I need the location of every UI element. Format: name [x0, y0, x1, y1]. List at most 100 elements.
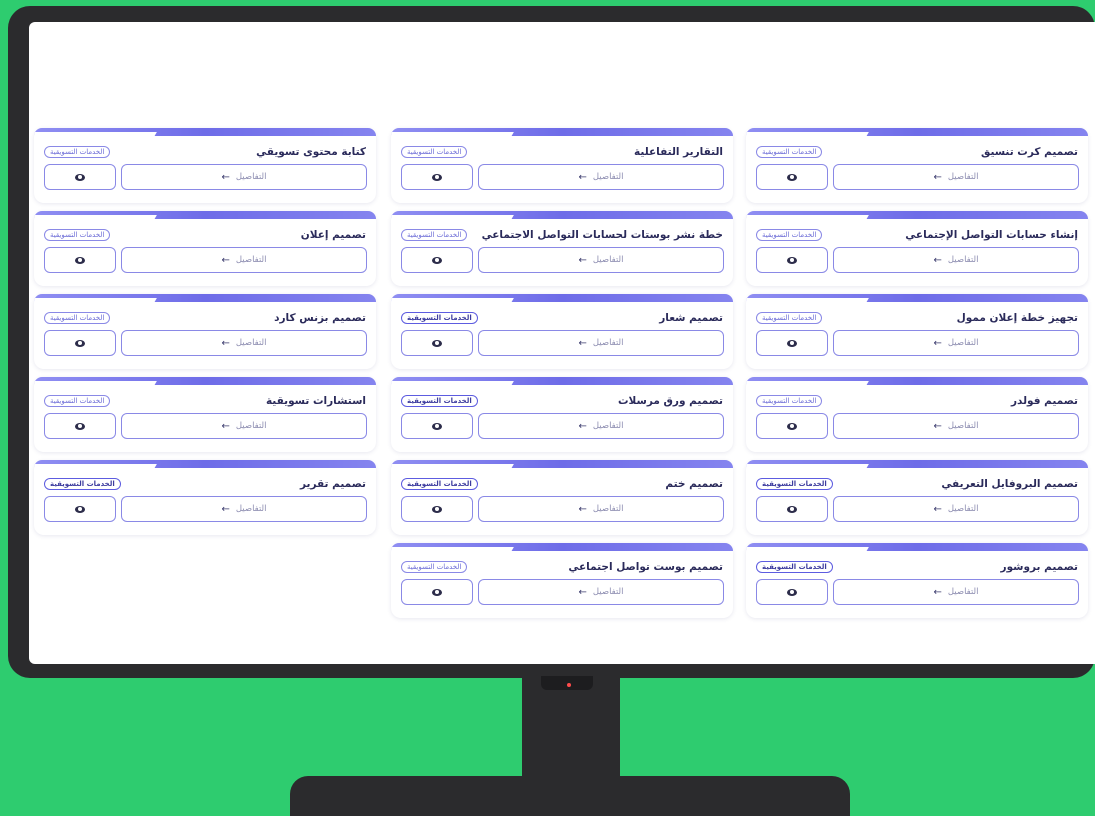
- service-title: تصميم البروفايل التعريفي: [941, 478, 1078, 490]
- view-button[interactable]: [401, 496, 473, 522]
- service-title: كتابة محتوى تسويقي: [256, 146, 366, 158]
- eye-icon: [432, 422, 442, 430]
- arrow-left-icon: ←: [578, 586, 587, 598]
- eye-icon: [787, 173, 797, 181]
- card-accent-bar: [34, 128, 376, 136]
- view-button[interactable]: [401, 413, 473, 439]
- service-card: تصميم شعار الخدمات التسويقية التفاصيل ←: [391, 294, 733, 369]
- details-button[interactable]: التفاصيل ←: [121, 330, 367, 356]
- details-button[interactable]: التفاصيل ←: [121, 247, 367, 273]
- details-label: التفاصيل: [947, 255, 979, 265]
- view-button[interactable]: [44, 496, 116, 522]
- category-tag: الخدمات التسويقية: [756, 478, 833, 490]
- arrow-left-icon: ←: [221, 171, 230, 183]
- details-label: التفاصيل: [947, 587, 979, 597]
- arrow-left-icon: ←: [578, 420, 587, 432]
- details-button[interactable]: التفاصيل ←: [478, 413, 724, 439]
- arrow-left-icon: ←: [933, 586, 942, 598]
- monitor-frame: تصميم كرت تنسيق الخدمات التسويقية التفاص…: [8, 6, 1095, 678]
- details-button[interactable]: التفاصيل ←: [833, 330, 1079, 356]
- service-title: خطة نشر بوستات لحسابات التواصل الاجتماعي: [481, 229, 723, 241]
- service-title: تصميم بروشور: [1000, 561, 1078, 573]
- category-tag: الخدمات التسويقية: [756, 146, 823, 158]
- eye-icon: [787, 256, 797, 264]
- card-accent-bar: [391, 128, 733, 136]
- card-accent-bar: [746, 128, 1088, 136]
- view-button[interactable]: [401, 330, 473, 356]
- service-card: إنشاء حسابات التواصل الإجتماعي الخدمات ا…: [746, 211, 1088, 286]
- view-button[interactable]: [44, 413, 116, 439]
- monitor-stand-base: [290, 776, 850, 816]
- details-label: التفاصيل: [235, 421, 267, 431]
- details-label: التفاصيل: [235, 504, 267, 514]
- view-button[interactable]: [401, 247, 473, 273]
- arrow-left-icon: ←: [933, 337, 942, 349]
- details-button[interactable]: التفاصيل ←: [833, 413, 1079, 439]
- category-tag: الخدمات التسويقية: [401, 395, 478, 407]
- view-button[interactable]: [756, 413, 828, 439]
- details-label: التفاصيل: [947, 421, 979, 431]
- category-tag: الخدمات التسويقية: [44, 146, 111, 158]
- arrow-left-icon: ←: [221, 254, 230, 266]
- details-label: التفاصيل: [592, 421, 624, 431]
- view-button[interactable]: [756, 330, 828, 356]
- details-button[interactable]: التفاصيل ←: [478, 496, 724, 522]
- card-accent-bar: [34, 460, 376, 468]
- service-card: خطة نشر بوستات لحسابات التواصل الاجتماعي…: [391, 211, 733, 286]
- details-button[interactable]: التفاصيل ←: [833, 247, 1079, 273]
- details-button[interactable]: التفاصيل ←: [833, 496, 1079, 522]
- service-card: تصميم ختم الخدمات التسويقية التفاصيل ←: [391, 460, 733, 535]
- card-accent-bar: [391, 377, 733, 385]
- view-button[interactable]: [44, 164, 116, 190]
- category-tag: الخدمات التسويقية: [401, 561, 468, 573]
- details-button[interactable]: التفاصيل ←: [833, 579, 1079, 605]
- service-title: إنشاء حسابات التواصل الإجتماعي: [905, 229, 1078, 241]
- service-title: تصميم ورق مرسلات: [618, 395, 723, 407]
- service-title: تصميم شعار: [659, 312, 723, 324]
- service-title: استشارات تسويقية: [265, 395, 366, 407]
- service-card: تصميم بوست تواصل اجتماعي الخدمات التسويق…: [391, 543, 733, 618]
- category-tag: الخدمات التسويقية: [44, 312, 111, 324]
- view-button[interactable]: [756, 247, 828, 273]
- view-button[interactable]: [756, 579, 828, 605]
- category-tag: الخدمات التسويقية: [44, 395, 111, 407]
- service-title: تصميم بزنس كارد: [274, 312, 366, 324]
- details-label: التفاصيل: [947, 504, 979, 514]
- details-button[interactable]: التفاصيل ←: [478, 579, 724, 605]
- arrow-left-icon: ←: [221, 337, 230, 349]
- details-label: التفاصيل: [592, 338, 624, 348]
- details-button[interactable]: التفاصيل ←: [121, 413, 367, 439]
- screen: تصميم كرت تنسيق الخدمات التسويقية التفاص…: [29, 22, 1095, 664]
- power-led-icon: [567, 683, 571, 687]
- details-button[interactable]: التفاصيل ←: [478, 164, 724, 190]
- view-button[interactable]: [44, 330, 116, 356]
- details-label: التفاصيل: [235, 172, 267, 182]
- arrow-left-icon: ←: [933, 503, 942, 515]
- category-tag: الخدمات التسويقية: [756, 561, 833, 573]
- details-button[interactable]: التفاصيل ←: [478, 330, 724, 356]
- service-card: استشارات تسويقية الخدمات التسويقية التفا…: [34, 377, 376, 452]
- details-button[interactable]: التفاصيل ←: [121, 496, 367, 522]
- view-button[interactable]: [401, 579, 473, 605]
- service-title: التقارير التفاعلية: [634, 146, 723, 158]
- service-card: تصميم إعلان الخدمات التسويقية التفاصيل ←: [34, 211, 376, 286]
- category-tag: الخدمات التسويقية: [44, 478, 121, 490]
- category-tag: الخدمات التسويقية: [401, 312, 478, 324]
- details-label: التفاصيل: [947, 338, 979, 348]
- details-button[interactable]: التفاصيل ←: [833, 164, 1079, 190]
- view-button[interactable]: [756, 164, 828, 190]
- arrow-left-icon: ←: [933, 254, 942, 266]
- service-card: تصميم تقرير الخدمات التسويقية التفاصيل ←: [34, 460, 376, 535]
- view-button[interactable]: [401, 164, 473, 190]
- view-button[interactable]: [44, 247, 116, 273]
- category-tag: الخدمات التسويقية: [756, 229, 823, 241]
- service-title: تصميم كرت تنسيق: [980, 146, 1078, 158]
- card-accent-bar: [34, 294, 376, 302]
- details-button[interactable]: التفاصيل ←: [478, 247, 724, 273]
- eye-icon: [432, 588, 442, 596]
- service-title: تصميم تقرير: [299, 478, 366, 490]
- view-button[interactable]: [756, 496, 828, 522]
- card-accent-bar: [34, 377, 376, 385]
- eye-icon: [787, 588, 797, 596]
- details-button[interactable]: التفاصيل ←: [121, 164, 367, 190]
